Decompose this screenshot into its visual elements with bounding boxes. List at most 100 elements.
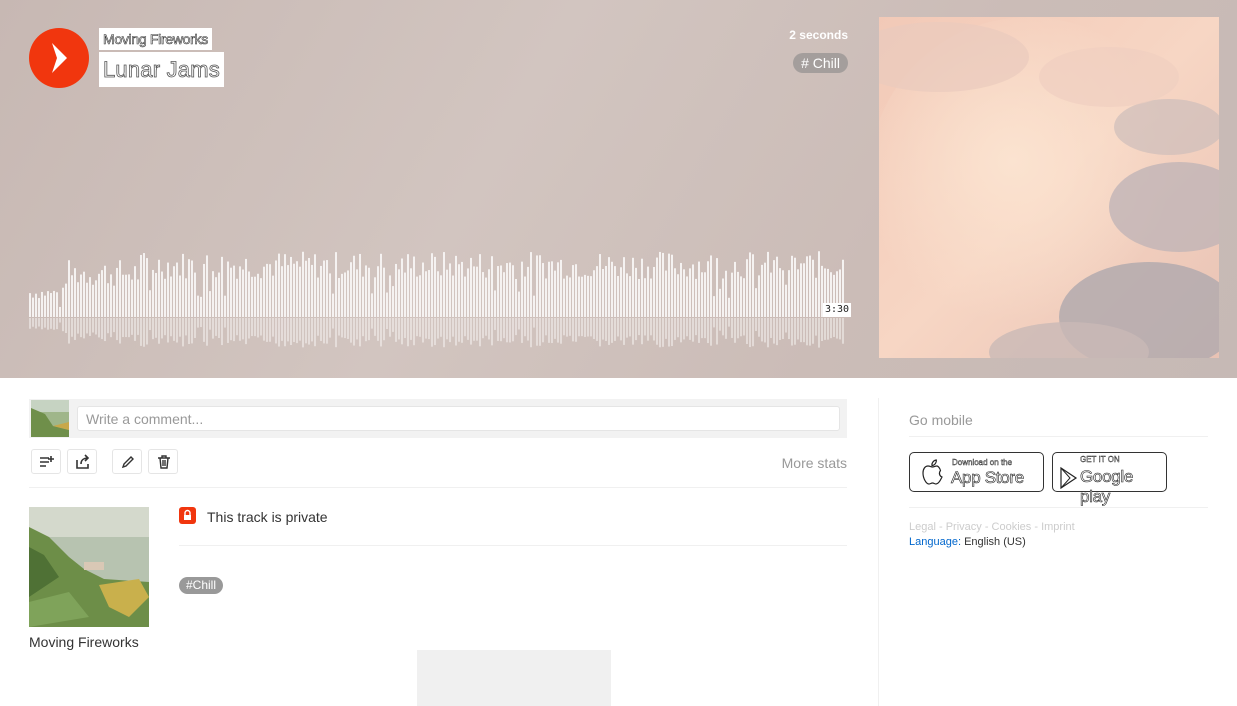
waveform-bar (320, 265, 322, 317)
waveform-bar (149, 290, 151, 317)
waveform-reflection-bar (731, 318, 733, 338)
waveform-bar (116, 267, 118, 317)
waveform-reflection-bar (650, 318, 652, 336)
waveform-reflection-bar (296, 318, 298, 344)
waveform-bar (131, 279, 133, 317)
language-value: English (US) (964, 536, 1026, 548)
waveform-bar (95, 280, 97, 317)
waveform-bar (47, 291, 49, 317)
more-stats-link[interactable]: More stats (782, 455, 847, 471)
waveform-bar (236, 278, 238, 317)
waveform-reflection-bar (695, 318, 697, 336)
waveform-reflection-bar (572, 318, 574, 342)
hero-genre-tag[interactable]: # Chill (793, 53, 848, 73)
waveform-bar (761, 264, 763, 317)
artist-avatar[interactable] (29, 507, 149, 627)
legal-link[interactable]: Legal (909, 521, 936, 533)
track-tag[interactable]: #Chill (179, 577, 224, 594)
waveform-bar (104, 265, 106, 317)
waveform-bar (248, 271, 250, 317)
waveform-reflection-bar (842, 318, 844, 344)
hero-artist-link[interactable]: Moving Fireworks (99, 28, 212, 50)
waveform-reflection-bar (116, 318, 118, 341)
waveform[interactable] (29, 236, 849, 348)
waveform-bar (146, 258, 148, 317)
imprint-link[interactable]: Imprint (1041, 521, 1075, 533)
waveform-reflection-bar (554, 318, 556, 339)
waveform-bar (794, 257, 796, 317)
privacy-link[interactable]: Privacy (946, 521, 982, 533)
waveform-bar (173, 266, 175, 317)
waveform-bar (326, 260, 328, 317)
waveform-bar (560, 259, 562, 317)
waveform-bar (269, 264, 271, 317)
waveform-reflection-bar (593, 318, 595, 340)
waveform-reflection-bar (332, 318, 334, 329)
waveform-bar (332, 293, 334, 317)
waveform-bar (353, 255, 355, 317)
waveform-reflection-bar (788, 318, 790, 340)
waveform-reflection-bar (503, 318, 505, 339)
waveform-bar (395, 263, 397, 317)
waveform-bar (167, 262, 169, 317)
waveform-reflection-bar (173, 318, 175, 341)
waveform-reflection-bar (584, 318, 586, 337)
artist-name[interactable]: Moving Fireworks (29, 634, 139, 650)
waveform-bar (608, 257, 610, 317)
waveform-reflection-bar (89, 318, 91, 336)
waveform-bar (416, 276, 418, 317)
waveform-bar (683, 269, 685, 317)
waveform-bar (752, 254, 754, 317)
waveform-reflection-bar (56, 318, 58, 330)
waveform-bar (374, 277, 376, 317)
add-to-playlist-button[interactable] (31, 449, 61, 474)
waveform-bar (584, 274, 586, 317)
waveform-reflection-bar (728, 318, 730, 327)
loading-placeholder (417, 650, 611, 706)
waveform-reflection-bar (170, 318, 172, 337)
waveform-bar (41, 291, 43, 317)
edit-button[interactable] (112, 449, 142, 474)
waveform-bar (368, 267, 370, 317)
language-label[interactable]: Language: (909, 536, 961, 548)
waveform-bar (272, 275, 274, 317)
waveform-bar (215, 277, 217, 317)
waveform-reflection-bar (125, 318, 127, 338)
waveform-reflection-bar (839, 318, 841, 340)
waveform-bar (542, 263, 544, 317)
app-store-badge[interactable]: Download on the App Store (909, 452, 1044, 492)
waveform-bar (413, 256, 415, 317)
waveform-reflection-bar (158, 318, 160, 344)
waveform-bar (299, 266, 301, 317)
waveform-bar (572, 265, 574, 317)
waveform-reflection-bar (284, 318, 286, 347)
waveform-bar (461, 261, 463, 317)
waveform-reflection-bar (329, 318, 331, 338)
waveform-bar (509, 262, 511, 317)
waveform-reflection-bar (242, 318, 244, 340)
share-button[interactable] (67, 449, 97, 474)
waveform-reflection-bar (320, 318, 322, 341)
play-button[interactable] (29, 28, 89, 88)
waveform-bar (530, 252, 532, 317)
google-play-badge[interactable]: GET IT ON Google play (1052, 452, 1167, 506)
waveform-reflection-bar (386, 318, 388, 330)
waveform-reflection-bar (155, 318, 157, 338)
waveform-reflection-bar (356, 318, 358, 340)
waveform-reflection-bar (434, 318, 436, 346)
waveform-reflection-bar (533, 318, 535, 328)
delete-button[interactable] (148, 449, 178, 474)
waveform-reflection-bar (506, 318, 508, 343)
cookies-link[interactable]: Cookies (992, 521, 1032, 533)
comment-input[interactable] (77, 406, 840, 431)
waveform-bar (818, 251, 820, 317)
waveform-bar (59, 306, 61, 317)
waveform-bar (437, 271, 439, 317)
waveform-bar (206, 255, 208, 317)
waveform-bar (590, 276, 592, 317)
waveform-bar (335, 252, 337, 317)
waveform-bar (815, 277, 817, 317)
waveform-reflection-bar (164, 318, 166, 336)
waveform-reflection-bar (662, 318, 664, 347)
waveform-bar (449, 263, 451, 317)
